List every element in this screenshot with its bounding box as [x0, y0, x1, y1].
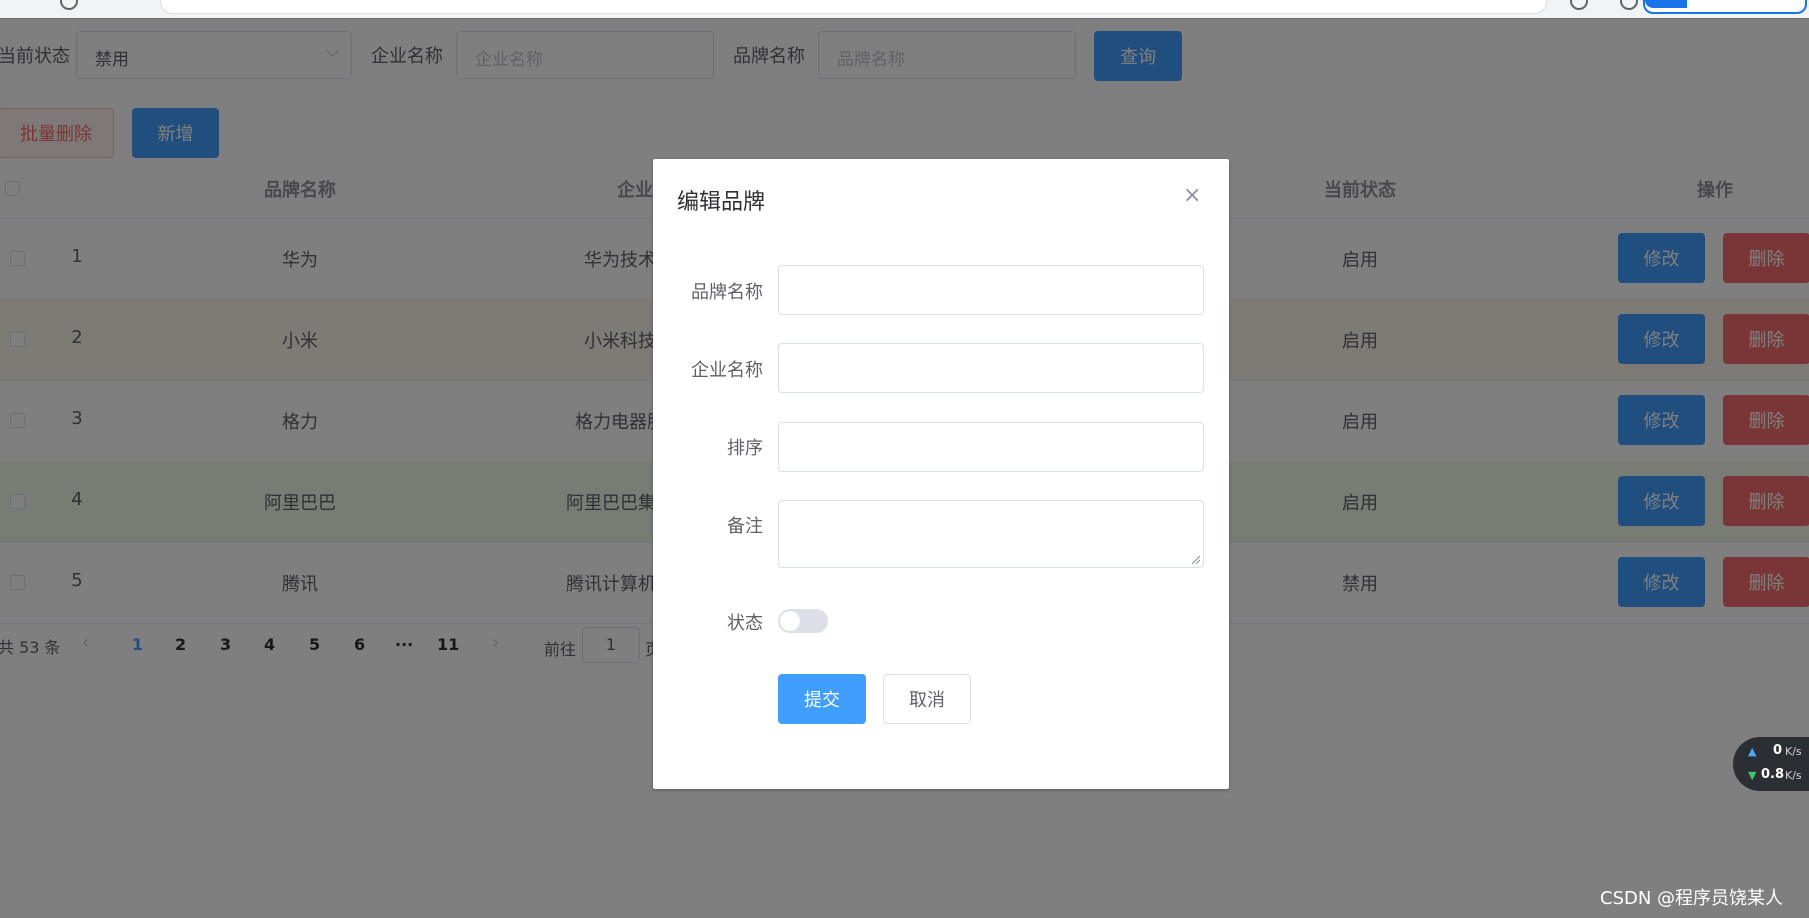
address-bar[interactable] — [160, 0, 1547, 14]
company-name-field[interactable] — [778, 343, 1204, 393]
brand-name-label: 品牌名称 — [691, 282, 763, 303]
dialog-title: 编辑品牌 — [677, 190, 766, 215]
profile-accent — [1645, 0, 1687, 8]
switch-knob — [780, 611, 800, 631]
upload-speed: 0 — [1773, 743, 1783, 758]
upload-unit: K/s — [1785, 745, 1802, 758]
order-field[interactable] — [778, 422, 1204, 472]
resize-handle-icon[interactable] — [1192, 556, 1200, 564]
close-icon[interactable]: × — [1183, 183, 1201, 208]
download-speed: 0.8 — [1761, 767, 1785, 782]
order-label: 排序 — [727, 438, 763, 459]
cancel-button[interactable]: 取消 — [883, 674, 971, 724]
network-speed-widget[interactable]: ▲ 0 K/s ▼ 0.8 K/s — [1733, 737, 1809, 791]
edit-brand-dialog: 编辑品牌 × 品牌名称 企业名称 排序 备注 状态 提交 取消 — [653, 159, 1229, 789]
download-arrow-icon: ▼ — [1748, 769, 1757, 782]
remark-textarea[interactable] — [778, 500, 1204, 568]
remark-label: 备注 — [727, 516, 763, 537]
brand-name-field[interactable] — [778, 265, 1204, 315]
status-switch[interactable] — [778, 609, 828, 633]
company-name-label: 企业名称 — [691, 360, 763, 381]
csdn-watermark: CSDN @程序员饶某人 — [1600, 888, 1784, 909]
status-label: 状态 — [727, 613, 763, 634]
upload-arrow-icon: ▲ — [1748, 745, 1757, 758]
submit-button[interactable]: 提交 — [778, 674, 866, 724]
download-unit: K/s — [1785, 769, 1802, 782]
